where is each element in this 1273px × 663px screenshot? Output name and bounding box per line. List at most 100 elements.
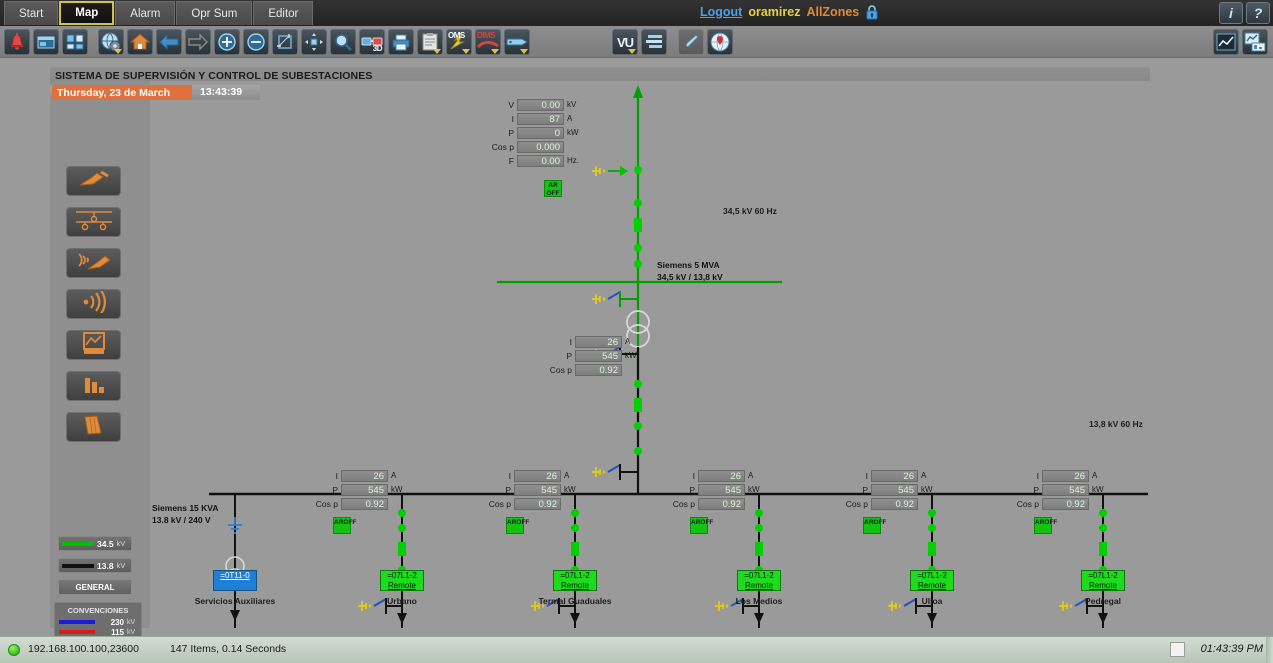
feeder-ar-badge[interactable]: AROFF <box>690 517 713 534</box>
feeder-ar-badge[interactable]: AROFF <box>863 517 886 534</box>
measurement-row: P 545 kW <box>836 483 939 496</box>
feeder-ar-badge[interactable]: AROFF <box>333 517 356 534</box>
report-chart-icon[interactable] <box>1242 29 1268 55</box>
feeder-ar-badge[interactable]: AROFF <box>1034 517 1057 534</box>
measurement-value[interactable]: 545 <box>698 483 745 496</box>
incoming-ar-badge[interactable]: AR OFF <box>544 180 562 197</box>
feeder-name-label: Termal Guaduales <box>538 596 612 606</box>
globe-pin-icon[interactable] <box>707 29 733 55</box>
measurement-value[interactable]: 0 <box>517 126 564 139</box>
menu-tab-editor[interactable]: Editor <box>253 1 314 25</box>
feeder-badge-line2: Remote <box>387 581 416 590</box>
menu-tab-map[interactable]: Map <box>59 1 115 25</box>
diagram-canvas: SISTEMA DE SUPERVISIÓN Y CONTROL DE SUBE… <box>0 58 1273 663</box>
measurement-value[interactable]: 26 <box>514 469 561 482</box>
measurement-value[interactable]: 0.92 <box>514 497 561 510</box>
measurement-value[interactable]: 0.00 <box>517 154 564 167</box>
measurement-unit: kW <box>625 351 637 360</box>
measurement-value[interactable]: 26 <box>575 335 622 348</box>
pen-icon[interactable] <box>678 29 704 55</box>
main-toolbar: 3D OMS DIMS VU <box>0 26 1273 58</box>
measurement-unit: kW <box>748 485 760 494</box>
connection-status-indicator <box>8 644 20 656</box>
measurement-value[interactable]: 87 <box>517 112 564 125</box>
measurement-value[interactable]: 0.92 <box>341 497 388 510</box>
status-scrollbar[interactable] <box>1266 637 1273 663</box>
back-arrow-icon[interactable] <box>156 29 182 55</box>
menu-tab-start[interactable]: Start <box>4 1 59 25</box>
alarm-bell-icon[interactable] <box>4 29 30 55</box>
feeder-badge-line1: =07L1-2 <box>387 571 417 580</box>
clipboard-icon[interactable] <box>417 29 443 55</box>
measurement-row: Cos p 0.000 <box>482 140 585 153</box>
measurement-value[interactable]: 26 <box>341 469 388 482</box>
measurement-value[interactable]: 545 <box>575 349 622 362</box>
ar-badge-line2: OFF <box>700 519 714 526</box>
dropdown-caret-icon[interactable] <box>462 49 470 54</box>
help-button[interactable]: ? <box>1246 2 1270 24</box>
feeder-badge-line2: Remote <box>1088 581 1117 590</box>
feeder-device-badge[interactable]: =07L1-2 Remote <box>1081 570 1125 591</box>
magnifier-icon[interactable] <box>330 29 356 55</box>
feeder-device-badge[interactable]: =07L1-2 Remote <box>380 570 424 591</box>
measurement-label: V <box>508 99 514 110</box>
feeder-ar-badge[interactable]: AROFF <box>506 517 529 534</box>
main-transformer-line2: 34,5 kV / 13,8 kV <box>657 272 723 282</box>
tag-icon[interactable] <box>504 29 530 55</box>
crop-icon[interactable] <box>272 29 298 55</box>
logout-link[interactable]: Logout <box>700 5 742 19</box>
list-icon[interactable] <box>641 29 667 55</box>
menu-tab-alarm[interactable]: Alarm <box>115 1 176 25</box>
menu-tab-opr-sum[interactable]: Opr Sum <box>176 1 253 25</box>
feeder-device-badge[interactable]: =07L1-2 Remote <box>910 570 954 591</box>
measurement-value[interactable]: 0.000 <box>517 140 564 153</box>
trend-chart-icon[interactable] <box>1213 29 1239 55</box>
measurement-unit: kV <box>567 100 577 109</box>
pan-icon[interactable] <box>301 29 327 55</box>
zoom-in-icon[interactable] <box>214 29 240 55</box>
world-settings-icon[interactable] <box>98 29 124 55</box>
measurement-value[interactable]: 26 <box>698 469 745 482</box>
tile-grid-icon[interactable] <box>62 29 88 55</box>
mv-bus-label: 13,8 kV 60 Hz <box>1089 419 1143 429</box>
measurement-value[interactable]: 0.92 <box>871 497 918 510</box>
window-layout-icon[interactable] <box>33 29 59 55</box>
measurement-value[interactable]: 26 <box>1042 469 1089 482</box>
info-button[interactable]: i <box>1219 2 1243 24</box>
measurement-value[interactable]: 545 <box>1042 483 1089 496</box>
zoom-out-icon[interactable] <box>243 29 269 55</box>
measurement-value[interactable]: 0.92 <box>575 363 622 376</box>
dropdown-caret-icon[interactable] <box>491 49 499 54</box>
dropdown-caret-icon[interactable] <box>628 49 636 54</box>
measurement-value[interactable]: 545 <box>341 483 388 496</box>
oms-icon[interactable]: OMS <box>446 29 472 55</box>
measurement-value[interactable]: 0.92 <box>1042 497 1089 510</box>
lock-icon[interactable] <box>865 4 879 20</box>
status-toggle-box[interactable] <box>1170 642 1185 657</box>
measurement-row: P 0 kW <box>482 126 585 139</box>
measurement-value[interactable]: 545 <box>514 483 561 496</box>
measurement-value[interactable]: 545 <box>871 483 918 496</box>
measurement-label: Cos p <box>315 498 338 509</box>
3d-glasses-icon[interactable]: 3D <box>359 29 385 55</box>
feeder-device-badge[interactable]: =07L1-2 Remote <box>737 570 781 591</box>
measurement-value[interactable]: 0.00 <box>517 98 564 111</box>
measurement-value[interactable]: 0.92 <box>698 497 745 510</box>
home-icon[interactable] <box>127 29 153 55</box>
vu-meter-icon[interactable]: VU <box>612 29 638 55</box>
measurement-row: Cos p 0.92 <box>1007 497 1110 510</box>
main-transformer-line1: Siemens 5 MVA <box>657 260 720 270</box>
aux-service-badge[interactable]: =0T11-0 <box>213 570 257 591</box>
feeder-badge-line2: Remote <box>744 581 773 590</box>
ar-badge-line1: AR <box>507 519 517 526</box>
measurement-label: I <box>569 336 572 347</box>
dims-icon[interactable]: DIMS <box>475 29 501 55</box>
print-icon[interactable] <box>388 29 414 55</box>
dropdown-caret-icon[interactable] <box>114 49 122 54</box>
dropdown-caret-icon[interactable] <box>520 49 528 54</box>
dropdown-caret-icon[interactable] <box>433 49 441 54</box>
measurement-value[interactable]: 26 <box>871 469 918 482</box>
forward-arrow-icon[interactable] <box>185 29 211 55</box>
main-transformer-label: Siemens 5 MVA 34,5 kV / 13,8 kV <box>657 259 723 283</box>
feeder-device-badge[interactable]: =07L1-2 Remote <box>553 570 597 591</box>
